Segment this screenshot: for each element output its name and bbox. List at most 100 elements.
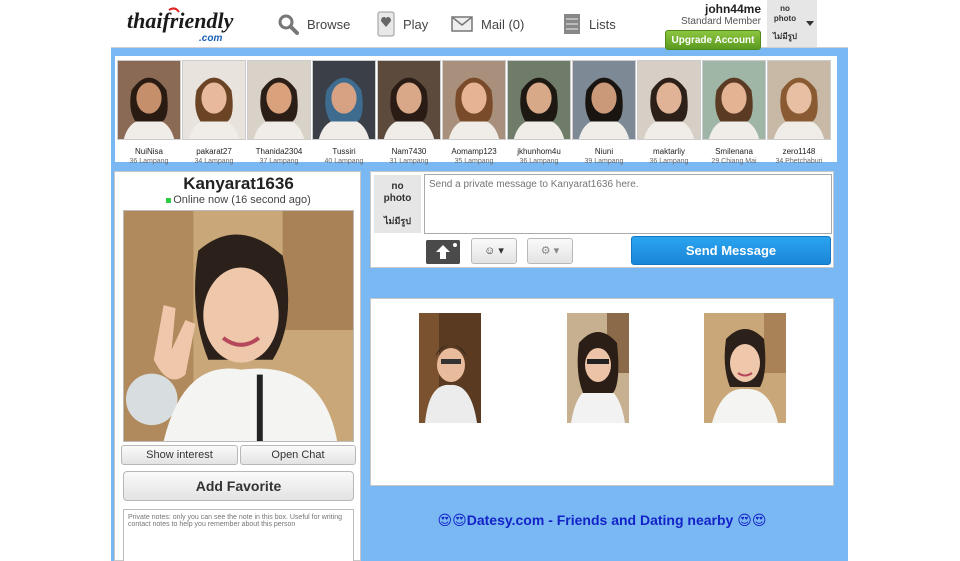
member-photo[interactable] [507, 60, 571, 140]
members-strip: NuiNisa 36 Lampang pakarat27 34 Lampang Than… [115, 56, 837, 165]
member-card[interactable]: NuiNisa 36 Lampang [117, 60, 181, 166]
nav-browse[interactable]: Browse [277, 10, 350, 38]
gallery-photo-2[interactable] [567, 313, 629, 423]
profile-name: Kanyarat1636 [183, 174, 294, 193]
member-photo[interactable] [767, 60, 831, 140]
nav-browse-label: Browse [307, 16, 351, 32]
search-icon [278, 14, 299, 35]
member-photo[interactable] [442, 60, 506, 140]
username[interactable]: john44me [659, 2, 761, 16]
msg-no-photo-line1: no [391, 181, 404, 192]
gallery-photo-1[interactable] [419, 313, 481, 423]
thaifriendly-logo[interactable]: thaifriendly .com [125, 4, 235, 44]
msg-no-photo-thai: ไม่มีรูป [384, 216, 411, 226]
logo-text: thaifriendly [127, 8, 234, 33]
nav-lists-label: Lists [589, 16, 616, 32]
private-notes-field[interactable] [123, 509, 354, 561]
user-menu-dropdown[interactable] [803, 0, 817, 47]
send-message-button[interactable]: Send Message [631, 236, 831, 265]
gallery-photo-3[interactable] [704, 313, 786, 423]
member-name[interactable]: jkhunhom4u [507, 147, 571, 157]
member-card[interactable]: Thanida2304 37 Lampang [247, 60, 311, 166]
member-card[interactable]: maktarliy 36 Lampang [637, 60, 701, 166]
member-card[interactable]: Niuni 39 Lampang [572, 60, 636, 166]
member-name[interactable]: Tussiri [312, 147, 376, 157]
member-card[interactable]: Nam7430 31 Lampang [377, 60, 441, 166]
online-dot-icon [166, 197, 172, 203]
open-chat-button[interactable]: Open Chat [240, 445, 356, 465]
member-name[interactable]: Niuni [572, 147, 636, 157]
list-icon [564, 14, 580, 34]
member-name[interactable]: Thanida2304 [247, 147, 311, 157]
profile-panel: Kanyarat1636 Online now (16 second ago) … [114, 171, 361, 561]
member-age-location: 35 Lampang [454, 158, 494, 165]
member-age-location: 37 Lampang [259, 158, 299, 165]
member-name[interactable]: pakarat27 [182, 147, 246, 157]
member-photo[interactable] [702, 60, 766, 140]
member-photo[interactable] [182, 60, 246, 140]
user-info: john44me Standard Member Upgrade Account [659, 2, 761, 50]
chevron-down-icon [806, 21, 814, 26]
member-card[interactable]: Aomamp123 35 Lampang [442, 60, 506, 166]
msg-no-photo-line2: photo [383, 193, 412, 204]
ad-text: Datesy.com - Friends and Dating nearby [466, 512, 734, 528]
top-header: thaifriendly .com Browse Play Mail (0) L… [111, 0, 848, 50]
member-card[interactable]: pakarat27 34 Lampang [182, 60, 246, 166]
nav-mail-label: Mail (0) [481, 16, 525, 32]
app-frame: thaifriendly .com Browse Play Mail (0) L… [111, 0, 848, 561]
member-age-location: 34 Lampang [194, 158, 234, 165]
member-age-location: 34 Phetchaburi [775, 158, 823, 165]
member-photo[interactable] [572, 60, 636, 140]
member-photo[interactable] [377, 60, 441, 140]
member-name[interactable]: Nam7430 [377, 147, 441, 157]
ad-emoji-right: 😍😍 [737, 512, 767, 528]
no-photo-line1: no [780, 4, 790, 13]
nav-play-label: Play [403, 16, 429, 32]
no-photo-line2: photo [773, 14, 797, 23]
member-name[interactable]: NuiNisa [117, 147, 181, 157]
member-card[interactable]: Smilenana 29 Chiang Mai [702, 60, 766, 166]
emoji-picker-button[interactable]: ☺ ▾ [471, 238, 517, 264]
datesy-ad[interactable]: 😍😍Datesy.com - Friends and Dating nearby… [370, 512, 834, 529]
member-photo[interactable] [117, 60, 181, 140]
heart-card-icon [377, 11, 395, 37]
member-card[interactable]: jkhunhom4u 36 Lampang [507, 60, 571, 166]
upgrade-account-button[interactable]: Upgrade Account [665, 30, 761, 50]
nav-lists[interactable]: Lists [563, 10, 616, 38]
add-favorite-button[interactable]: Add Favorite [123, 471, 354, 501]
settings-gear-button[interactable]: ⚙ ▾ [527, 238, 573, 264]
member-name[interactable]: Smilenana [702, 147, 766, 157]
member-name[interactable]: Aomamp123 [442, 147, 506, 157]
member-photo[interactable] [247, 60, 311, 140]
member-age-location: 36 Lampang [649, 158, 689, 165]
member-card[interactable]: Tussiri 40 Lampang [312, 60, 376, 166]
logo-sub: .com [199, 33, 222, 44]
online-status: Online now (16 second ago) [115, 194, 362, 206]
member-name[interactable]: maktarliy [637, 147, 701, 157]
member-age-location: 36 Lampang [129, 158, 169, 165]
member-age-location: 36 Lampang [519, 158, 559, 165]
sender-avatar: no photo ไม่มีรูป [374, 175, 421, 233]
profile-main-photo[interactable] [123, 210, 354, 442]
ad-emoji-left: 😍😍 [437, 512, 467, 528]
private-message-input[interactable] [424, 174, 832, 234]
message-panel: no photo ไม่มีรูป ☺ ▾ ⚙ ▾ Send Message [370, 171, 834, 268]
member-age-location: 31 Lampang [389, 158, 429, 165]
user-avatar[interactable]: no photo ไม่มีรูป [767, 0, 803, 47]
online-status-text: Online now (16 second ago) [173, 194, 311, 206]
member-age-location: 29 Chiang Mai [711, 158, 757, 165]
member-name[interactable]: zero1148 [767, 147, 831, 157]
member-card[interactable]: zero1148 34 Phetchaburi [767, 60, 831, 166]
member-photo[interactable] [637, 60, 701, 140]
photo-gallery [370, 298, 834, 486]
upload-photo-button[interactable] [426, 240, 460, 264]
member-type: Standard Member [680, 16, 761, 27]
member-photo[interactable] [312, 60, 376, 140]
envelope-icon [451, 16, 473, 32]
nav-mail[interactable]: Mail (0) [451, 10, 524, 38]
show-interest-button[interactable]: Show interest [121, 445, 238, 465]
nav-play[interactable]: Play [377, 10, 428, 38]
no-photo-thai: ไม่มีรูป [773, 32, 797, 41]
member-age-location: 39 Lampang [584, 158, 624, 165]
member-age-location: 40 Lampang [324, 158, 364, 165]
